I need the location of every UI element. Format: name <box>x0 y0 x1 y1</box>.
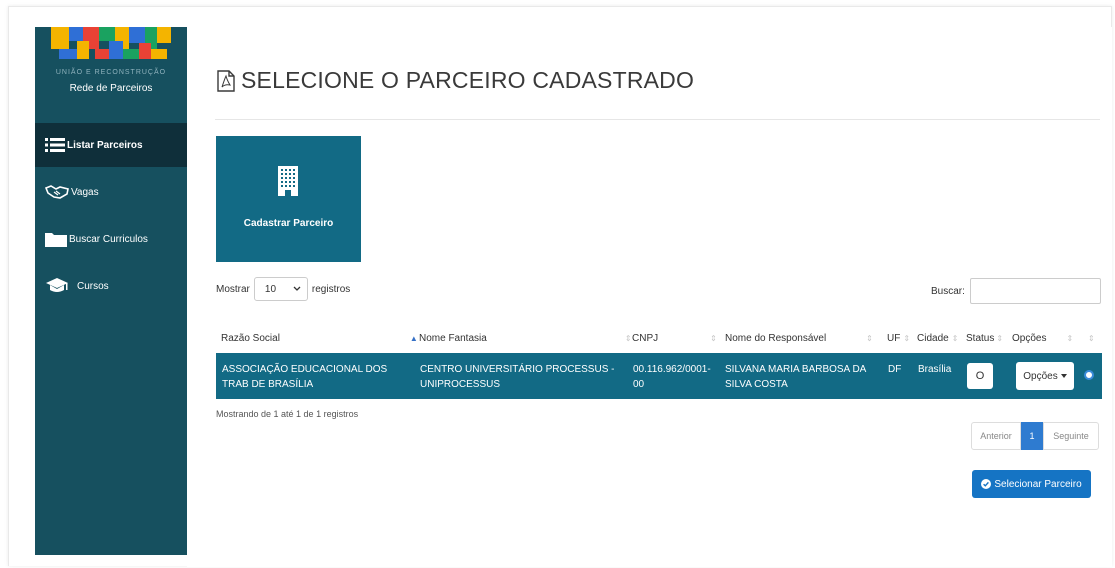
sort-asc-icon: ▲ <box>409 334 418 343</box>
sort-icon: ⇕ <box>903 334 911 343</box>
status-value: O <box>975 370 985 382</box>
column-label: UF <box>887 333 901 344</box>
column-header-uf[interactable]: UF ⇕ <box>887 333 910 344</box>
pagination-next[interactable]: Seguinte <box>1043 422 1099 450</box>
sort-icon: ⇕ <box>996 334 1004 343</box>
page-title: SELECIONE O PARCEIRO CADASTRADO <box>217 67 694 94</box>
handshake-icon <box>45 185 69 199</box>
page-length-select[interactable]: 10 <box>253 277 308 301</box>
caret-down-icon <box>1060 374 1067 378</box>
search-input[interactable] <box>969 278 1101 304</box>
cell-cnpj: 00.116.962/0001-00 <box>633 364 711 390</box>
sort-icon: ⇕ <box>866 334 873 343</box>
brand-logo: UNIÃO E RECONSTRUÇÃO Rede de Parceiros <box>35 27 187 123</box>
pagination: Anterior 1 Seguinte <box>971 422 1099 450</box>
cadastrar-parceiro-tile[interactable]: Cadastrar Parceiro <box>216 136 361 262</box>
status-button[interactable]: O <box>967 363 993 389</box>
column-header-cnpj[interactable]: CNPJ ⇕ <box>632 333 717 344</box>
length-prefix: Mostrar <box>216 283 250 295</box>
table-header: Razão Social ▲ Nome Fantasia ⇕ CNPJ ⇕ No… <box>216 327 1102 353</box>
list-icon <box>45 138 65 152</box>
sort-icon: ⇕ <box>1088 334 1095 343</box>
sidebar-item-label: Cursos <box>77 280 109 292</box>
column-header-responsavel[interactable]: Nome do Responsável ⇕ <box>725 333 873 344</box>
chevron-down-icon <box>293 286 301 291</box>
pagination-page-1[interactable]: 1 <box>1021 422 1043 450</box>
column-label: Opções <box>1012 333 1047 344</box>
graduation-cap-icon <box>46 278 68 292</box>
search-label: Buscar: <box>931 285 965 297</box>
sidebar-item-label: Listar Parceiros <box>67 139 143 151</box>
column-header-opcoes[interactable]: Opções ⇕ <box>1012 333 1073 344</box>
sidebar-item-buscar-curriculos[interactable]: Buscar Curriculos <box>35 217 187 261</box>
cell-nome-fantasia: CENTRO UNIVERSITÁRIO PROCESSUS - UNIPROC… <box>420 364 615 390</box>
table-row[interactable]: ASSOCIAÇÃO EDUCACIONAL DOS TRAB DE BRASÍ… <box>216 353 1102 399</box>
selecionar-parceiro-label: Selecionar Parceiro <box>994 478 1082 490</box>
divider <box>215 119 1100 120</box>
sort-icon: ⇕ <box>710 334 717 343</box>
cell-cidade: Brasília <box>918 364 952 375</box>
column-header-cidade[interactable]: Cidade ⇕ <box>917 333 958 344</box>
column-label: Nome Fantasia <box>419 333 487 344</box>
select-row-radio[interactable] <box>1084 370 1094 380</box>
check-circle-icon <box>981 479 992 489</box>
sort-icon: ⇕ <box>951 334 959 343</box>
main-content: SELECIONE O PARCEIRO CADASTRADO Cadastra… <box>187 27 1112 567</box>
sidebar-item-cursos[interactable]: Cursos <box>35 264 187 308</box>
column-label: Status <box>966 333 995 344</box>
building-icon <box>278 166 298 196</box>
column-label: Razão Social <box>221 333 280 344</box>
logo-subtitle: Rede de Parceiros <box>69 83 153 94</box>
page-length-control: Mostrar 10 registros <box>216 277 350 301</box>
cadastrar-parceiro-label: Cadastrar Parceiro <box>243 218 334 229</box>
table-search: Buscar: <box>931 278 1101 304</box>
sidebar: UNIÃO E RECONSTRUÇÃO Rede de Parceiros L… <box>35 27 187 555</box>
opcoes-dropdown-button[interactable]: Opções <box>1016 362 1074 390</box>
length-suffix: registros <box>311 283 351 295</box>
pagination-prev[interactable]: Anterior <box>971 422 1021 450</box>
column-label: Nome do Responsável <box>725 333 827 344</box>
sidebar-item-label: Vagas <box>71 186 99 198</box>
cell-uf: DF <box>888 364 902 375</box>
brasil-logo-graphic <box>51 27 171 59</box>
column-header-nome-fantasia[interactable]: Nome Fantasia ⇕ <box>419 333 632 344</box>
column-label: CNPJ <box>632 333 659 344</box>
column-header-status[interactable]: Status ⇕ <box>966 333 1003 344</box>
sidebar-item-label: Buscar Curriculos <box>69 233 148 245</box>
page-title-text: SELECIONE O PARCEIRO CADASTRADO <box>241 67 695 93</box>
sidebar-item-vagas[interactable]: Vagas <box>35 170 187 214</box>
cell-responsavel: SILVANA MARIA BARBOSA DA SILVA COSTA <box>725 364 866 390</box>
column-label: Cidade <box>917 333 949 344</box>
column-header-razao-social[interactable]: Razão Social ▲ <box>221 333 418 344</box>
page-length-value: 10 <box>264 283 277 295</box>
selecionar-parceiro-button[interactable]: Selecionar Parceiro <box>972 470 1091 498</box>
opcoes-label: Opções <box>1023 370 1058 382</box>
sort-icon: ⇕ <box>1066 334 1074 343</box>
folder-icon <box>45 233 67 247</box>
pdf-file-icon <box>217 69 235 92</box>
sort-icon: ⇕ <box>624 334 632 343</box>
sidebar-item-listar-parceiros[interactable]: Listar Parceiros <box>35 123 187 167</box>
table-info: Mostrando de 1 até 1 de 1 registros <box>216 409 359 419</box>
app-window: UNIÃO E RECONSTRUÇÃO Rede de Parceiros L… <box>0 0 1115 568</box>
cell-razao-social: ASSOCIAÇÃO EDUCACIONAL DOS TRAB DE BRASÍ… <box>222 364 388 390</box>
logo-tagline: UNIÃO E RECONSTRUÇÃO <box>55 69 167 76</box>
